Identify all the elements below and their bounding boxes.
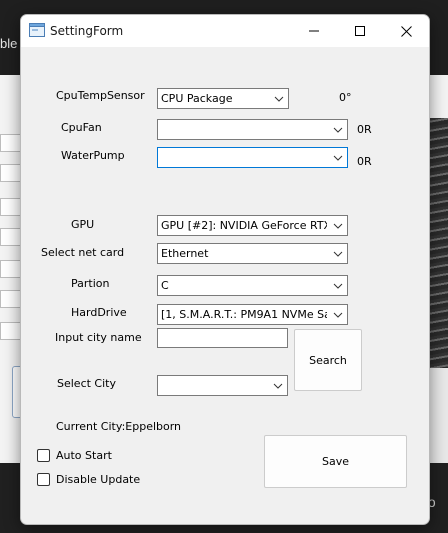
close-icon (400, 25, 412, 37)
select-city-label: Select City (57, 377, 116, 390)
auto-start-label: Auto Start (56, 449, 112, 462)
chevron-down-icon (333, 155, 343, 161)
cpu-temperature-reading: 0° (339, 91, 352, 104)
minimize-button[interactable] (291, 15, 337, 47)
background-field (0, 322, 22, 340)
window-title: SettingForm (50, 24, 124, 38)
partition-label: Partion (71, 277, 110, 290)
net-card-label: Select net card (41, 246, 125, 259)
window-titlebar[interactable]: SettingForm (21, 15, 429, 47)
background-field (0, 260, 22, 278)
gpu-value: GPU [#2]: NVIDIA GeForce RTX 40 (161, 219, 327, 232)
close-button[interactable] (383, 15, 429, 47)
hard-drive-label: HardDrive (71, 306, 127, 319)
chevron-down-icon (333, 283, 343, 289)
water-pump-reading: 0R (357, 155, 372, 168)
cpu-temp-sensor-label: CpuTempSensor (56, 89, 145, 102)
disable-update-label: Disable Update (56, 473, 141, 486)
chevron-down-icon (274, 96, 284, 102)
chevron-down-icon (273, 383, 283, 389)
city-name-input[interactable] (157, 328, 288, 348)
disable-update-checkbox[interactable] (37, 473, 50, 486)
maximize-icon (355, 26, 365, 36)
background-image (428, 118, 448, 368)
gpu-label: GPU (71, 218, 95, 231)
background-field (0, 228, 22, 246)
setting-form-window: SettingForm CpuTempSensor CPU Package 0°… (20, 14, 430, 525)
hard-drive-dropdown[interactable]: [1, S.M.A.R.T.: PM9A1 NVMe Samsung (157, 304, 348, 325)
water-pump-dropdown[interactable] (157, 147, 348, 168)
current-city-text: Current City:Eppelborn (56, 420, 182, 433)
maximize-button[interactable] (337, 15, 383, 47)
background-panel (428, 368, 448, 463)
partition-dropdown[interactable]: C (157, 275, 348, 296)
chevron-down-icon (333, 312, 343, 318)
partition-value: C (161, 279, 169, 292)
cpu-fan-reading: 0R (357, 123, 372, 136)
net-card-value: Ethernet (161, 247, 209, 260)
auto-start-checkbox[interactable] (37, 449, 50, 462)
search-button[interactable]: Search (294, 329, 362, 391)
chevron-down-icon (333, 223, 343, 229)
background-field (0, 164, 22, 182)
disable-update-checkbox-row[interactable]: Disable Update (37, 473, 140, 486)
cpu-temp-sensor-value: CPU Package (161, 92, 233, 105)
background-field (0, 290, 22, 308)
cpu-fan-dropdown[interactable] (157, 119, 348, 140)
minimize-icon (309, 30, 319, 32)
background-field (0, 134, 22, 152)
chevron-down-icon (333, 127, 343, 133)
background-title-fragment: ble (0, 36, 18, 51)
form-window-icon (29, 23, 45, 37)
save-button[interactable]: Save (264, 435, 407, 488)
net-card-dropdown[interactable]: Ethernet (157, 243, 348, 264)
select-city-dropdown[interactable] (157, 375, 288, 396)
cpu-temp-sensor-dropdown[interactable]: CPU Package (157, 88, 289, 109)
background-field (0, 198, 22, 216)
city-name-label: Input city name (55, 331, 142, 344)
hard-drive-value: [1, S.M.A.R.T.: PM9A1 NVMe Samsung (161, 308, 327, 321)
gpu-dropdown[interactable]: GPU [#2]: NVIDIA GeForce RTX 40 (157, 215, 348, 236)
water-pump-label: WaterPump (61, 149, 125, 162)
cpu-fan-label: CpuFan (61, 121, 102, 134)
auto-start-checkbox-row[interactable]: Auto Start (37, 449, 112, 462)
chevron-down-icon (333, 251, 343, 257)
